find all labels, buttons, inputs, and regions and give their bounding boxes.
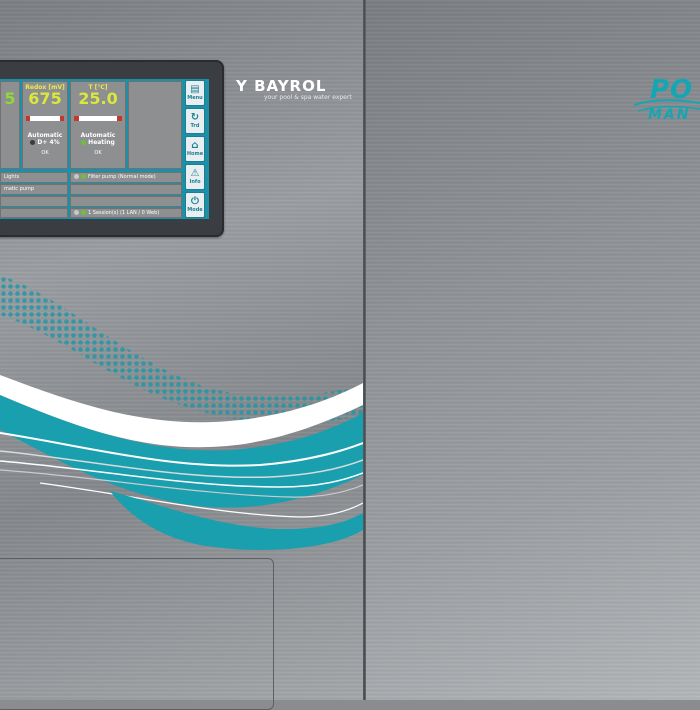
home-icon: ⌂ (191, 140, 199, 151)
pump-icon (74, 174, 79, 179)
mode-button[interactable]: ⏻ Mode (185, 192, 205, 218)
temperature-range-bar (74, 116, 122, 121)
trend-button[interactable]: ↻ Trd (185, 108, 205, 134)
redox-status: OK (41, 150, 49, 156)
pump-status-dot (81, 174, 86, 179)
redox-value: 675 (28, 89, 62, 108)
bayrol-mark-icon: Y (236, 77, 255, 95)
empty-row (70, 184, 182, 195)
menu-button[interactable]: ▤ Menu (185, 80, 205, 106)
temperature-tile[interactable]: T [°C] 25.0 Automatic Heating OK (70, 81, 126, 169)
ph-value: 5 (4, 89, 16, 108)
bayrol-tagline: your pool & spa water expert (264, 94, 352, 101)
home-button[interactable]: ⌂ Home (185, 136, 205, 162)
alarm-icon: ⚠ (190, 168, 200, 179)
temperature-status-dot (81, 140, 87, 145)
ph-tile[interactable]: 5 (0, 81, 20, 169)
trend-icon: ↻ (190, 112, 200, 123)
session-status-dot (81, 210, 86, 215)
product-name-line2: MAN (648, 107, 691, 123)
redox-mode: Automatic (27, 132, 63, 139)
empty-row (0, 208, 68, 218)
empty-tile (128, 81, 182, 169)
product-name-line1: PO (650, 75, 694, 105)
session-row[interactable]: 1 Session(s) (1 LAN / 0 Web) (70, 208, 182, 218)
redox-range-bar (26, 116, 64, 121)
power-icon: ⏻ (191, 196, 199, 207)
bayrol-brand: Y BAYROL your pool & spa water expert (236, 78, 352, 101)
menu-icon: ▤ (190, 84, 200, 95)
lights-row[interactable]: Lights (0, 172, 68, 183)
temperature-status: OK (94, 150, 102, 156)
info-button[interactable]: ⚠ Info (185, 164, 205, 190)
network-icon (74, 210, 79, 215)
redox-tile[interactable]: Redox [mV] 675 Automatic D+ 4% OK (22, 81, 68, 169)
filter-pump-row[interactable]: Filter pump (Normal mode) (70, 172, 182, 183)
lower-door (0, 558, 274, 710)
temperature-mode: Automatic (80, 132, 116, 139)
product-logo: PO MAN (632, 75, 700, 135)
empty-row (70, 196, 182, 207)
empty-row (0, 196, 68, 207)
temperature-heating: Heating (71, 139, 125, 146)
redox-dosing: D+ 4% (23, 139, 67, 146)
redox-status-dot (30, 140, 36, 145)
bayrol-logo: Y BAYROL (236, 77, 327, 95)
temperature-value: 25.0 (78, 89, 118, 108)
screen-sidebar: ▤ Menu ↻ Trd ⌂ Home ⚠ Info ⏻ Mode (185, 80, 205, 218)
decorative-wave (0, 275, 363, 550)
auto-pump-row[interactable]: matic pump (0, 184, 68, 195)
